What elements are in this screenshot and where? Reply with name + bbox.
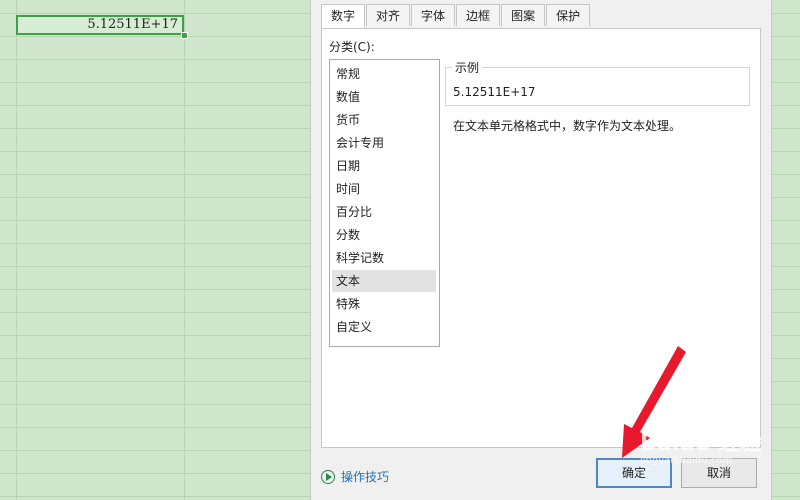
- tab-protection[interactable]: 保护: [546, 4, 591, 26]
- sample-value: 5.12511E+17: [453, 85, 536, 99]
- category-currency[interactable]: 货币: [332, 109, 436, 131]
- category-date[interactable]: 日期: [332, 155, 436, 177]
- category-special[interactable]: 特殊: [332, 293, 436, 315]
- category-time[interactable]: 时间: [332, 178, 436, 200]
- tab-number[interactable]: 数字: [321, 4, 366, 29]
- category-custom[interactable]: 自定义: [332, 316, 436, 338]
- category-general[interactable]: 常规: [332, 63, 436, 85]
- tab-alignment[interactable]: 对齐: [366, 4, 411, 26]
- tips-link[interactable]: 操作技巧: [341, 468, 389, 485]
- dialog-tabs: 数字 对齐 字体 边框 图案 保护: [321, 4, 591, 29]
- category-percentage[interactable]: 百分比: [332, 201, 436, 223]
- sample-legend: 示例: [452, 59, 483, 76]
- tips-link-group[interactable]: 操作技巧: [321, 468, 389, 485]
- sample-group: 示例 5.12511E+17: [445, 59, 750, 106]
- category-accounting[interactable]: 会计专用: [332, 132, 436, 154]
- tab-border[interactable]: 边框: [456, 4, 501, 26]
- category-fraction[interactable]: 分数: [332, 224, 436, 246]
- selected-cell[interactable]: 5.12511E+17: [16, 15, 184, 35]
- category-label: 分类(C):: [329, 40, 375, 54]
- tab-font[interactable]: 字体: [411, 4, 456, 26]
- number-tab-panel: 分类(C): 常规 数值 货币 会计专用 日期 时间 百分比 分数 科学记数 文…: [321, 28, 761, 448]
- category-list[interactable]: 常规 数值 货币 会计专用 日期 时间 百分比 分数 科学记数 文本 特殊 自定…: [329, 59, 440, 347]
- baidu-watermark: Baidu 经验: [640, 431, 763, 456]
- fill-handle[interactable]: [181, 32, 188, 39]
- category-scientific[interactable]: 科学记数: [332, 247, 436, 269]
- tab-pattern[interactable]: 图案: [501, 4, 546, 26]
- category-number[interactable]: 数值: [332, 86, 436, 108]
- play-icon: [321, 469, 335, 484]
- category-text[interactable]: 文本: [332, 270, 436, 292]
- watermark-url: jingyan.baidu.com: [640, 455, 733, 466]
- format-description: 在文本单元格格式中，数字作为文本处理。: [453, 119, 682, 133]
